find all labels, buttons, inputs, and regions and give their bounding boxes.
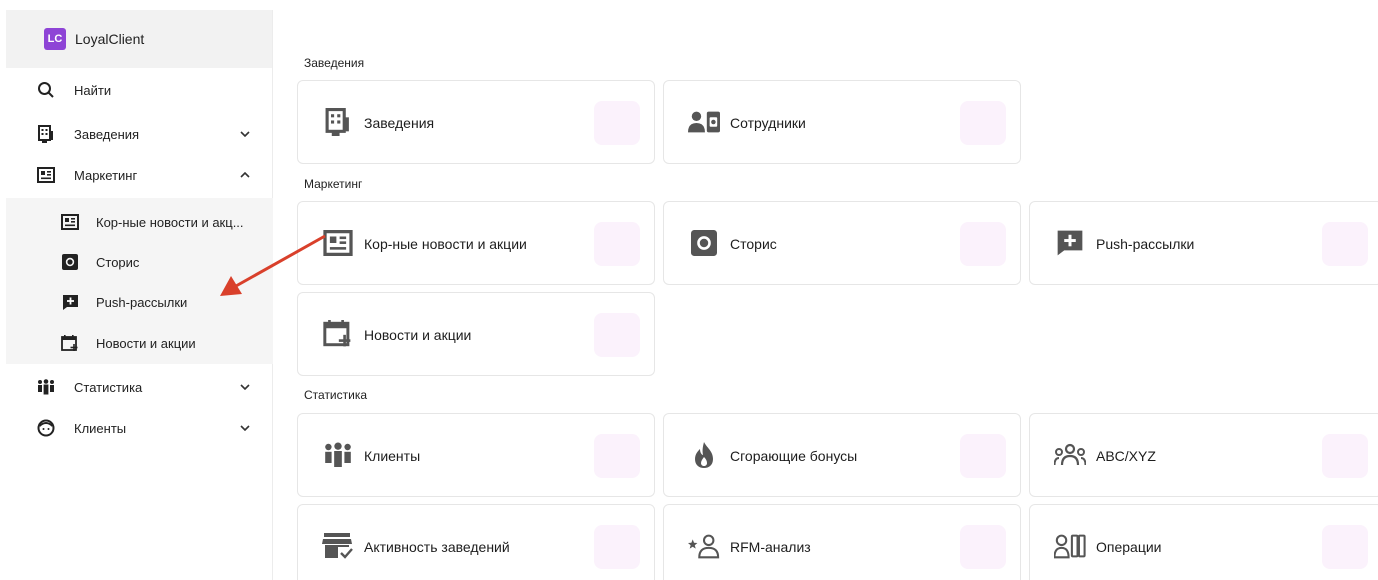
card-label: ABC/XYZ [1096,448,1156,464]
card-operations[interactable]: Операции [1029,504,1378,580]
submenu-item-label: Новости и акции [96,335,196,351]
submenu-item-corporate-news[interactable]: Кор-ные новости и акц... [6,204,273,240]
ghost-icon [960,434,1006,478]
chat-plus-icon [60,292,80,312]
sidebar-item-label: Заведения [74,126,140,142]
card-label: Push-рассылки [1096,236,1195,252]
sidebar-item-venues[interactable]: Заведения [6,116,273,152]
flame-icon [688,440,720,470]
card-label: Заведения [364,115,435,131]
newspaper-icon [60,212,80,232]
card-venues[interactable]: Заведения [297,80,655,164]
card-corporate-news[interactable]: Кор-ные новости и акции [297,201,655,285]
sidebar-item-label: Клиенты [74,420,127,436]
ghost-icon [1322,434,1368,478]
submenu-item-label: Push-рассылки [96,294,188,310]
section-title: Статистика [304,388,368,402]
brand-logo: LC [44,28,66,50]
card-label: Клиенты [364,448,421,464]
brand-name: LoyalClient [75,31,145,47]
calendar-plus-icon [60,333,80,353]
sidebar-item-search[interactable]: Найти [6,72,273,108]
face-icon [36,418,56,438]
submenu-item-stories[interactable]: Сторис [6,244,273,280]
store-check-icon [322,531,354,561]
newspaper-icon [36,165,56,185]
submenu-item-news[interactable]: Новости и акции [6,325,273,361]
stories-icon [688,228,720,258]
sidebar-item-label: Маркетинг [74,167,138,183]
ghost-icon [594,434,640,478]
card-label: Сторис [730,236,777,252]
card-employees[interactable]: Сотрудники [663,80,1021,164]
people-group-icon [322,440,354,470]
stories-icon [60,252,80,272]
ghost-icon [1322,222,1368,266]
search-icon [36,80,56,100]
sidebar-item-marketing[interactable]: Маркетинг [6,157,273,193]
ghost-icon [594,313,640,357]
card-news[interactable]: Новости и акции [297,292,655,376]
card-label: RFM-анализ [730,539,811,555]
chevron-down-icon[interactable] [239,381,251,393]
submenu-item-push[interactable]: Push-рассылки [6,284,273,320]
submenu-item-label: Кор-ные новости и акц... [96,214,244,230]
card-label: Кор-ные новости и акции [364,236,527,252]
chevron-down-icon[interactable] [239,128,251,140]
ghost-icon [960,222,1006,266]
card-label: Активность заведений [364,539,510,555]
team-icon [1054,440,1086,470]
sidebar-item-clients[interactable]: Клиенты [6,410,273,446]
ghost-icon [594,101,640,145]
card-label: Сгорающие бонусы [730,448,858,464]
calendar-plus-icon [322,319,354,349]
card-abc-xyz[interactable]: ABC/XYZ [1029,413,1378,497]
sidebar-item-statistics[interactable]: Статистика [6,369,273,405]
chat-plus-icon [1054,228,1086,258]
ghost-icon [960,101,1006,145]
card-push[interactable]: Push-рассылки [1029,201,1378,285]
sidebar: LC LoyalClient Найти Заведения Маркетинг [6,10,273,580]
card-label: Сотрудники [730,115,806,131]
brand-header[interactable]: LC LoyalClient [6,10,272,68]
card-label: Операции [1096,539,1162,555]
card-clients[interactable]: Клиенты [297,413,655,497]
marketing-submenu: Кор-ные новости и акц... Сторис Push-рас… [6,198,273,364]
card-burning-bonuses[interactable]: Сгорающие бонусы [663,413,1021,497]
ghost-icon [594,525,640,569]
star-person-icon [688,531,720,561]
building-icon [36,124,56,144]
section-title: Заведения [304,56,365,70]
card-label: Новости и акции [364,327,472,343]
ghost-icon [594,222,640,266]
sidebar-item-label: Найти [74,82,112,98]
section-title: Маркетинг [304,177,363,191]
chevron-up-icon[interactable] [239,169,251,181]
person-columns-icon [1054,531,1086,561]
card-stories[interactable]: Сторис [663,201,1021,285]
employee-badge-icon [688,107,720,137]
card-venue-activity[interactable]: Активность заведений [297,504,655,580]
chevron-down-icon[interactable] [239,422,251,434]
ghost-icon [960,525,1006,569]
card-rfm-analysis[interactable]: RFM-анализ [663,504,1021,580]
sidebar-item-label: Статистика [74,379,143,395]
people-group-icon [36,377,56,397]
ghost-icon [1322,525,1368,569]
app-root: LC LoyalClient Найти Заведения Маркетинг [0,0,1378,580]
building-icon [322,107,354,137]
newspaper-icon [322,228,354,258]
submenu-item-label: Сторис [96,254,140,270]
